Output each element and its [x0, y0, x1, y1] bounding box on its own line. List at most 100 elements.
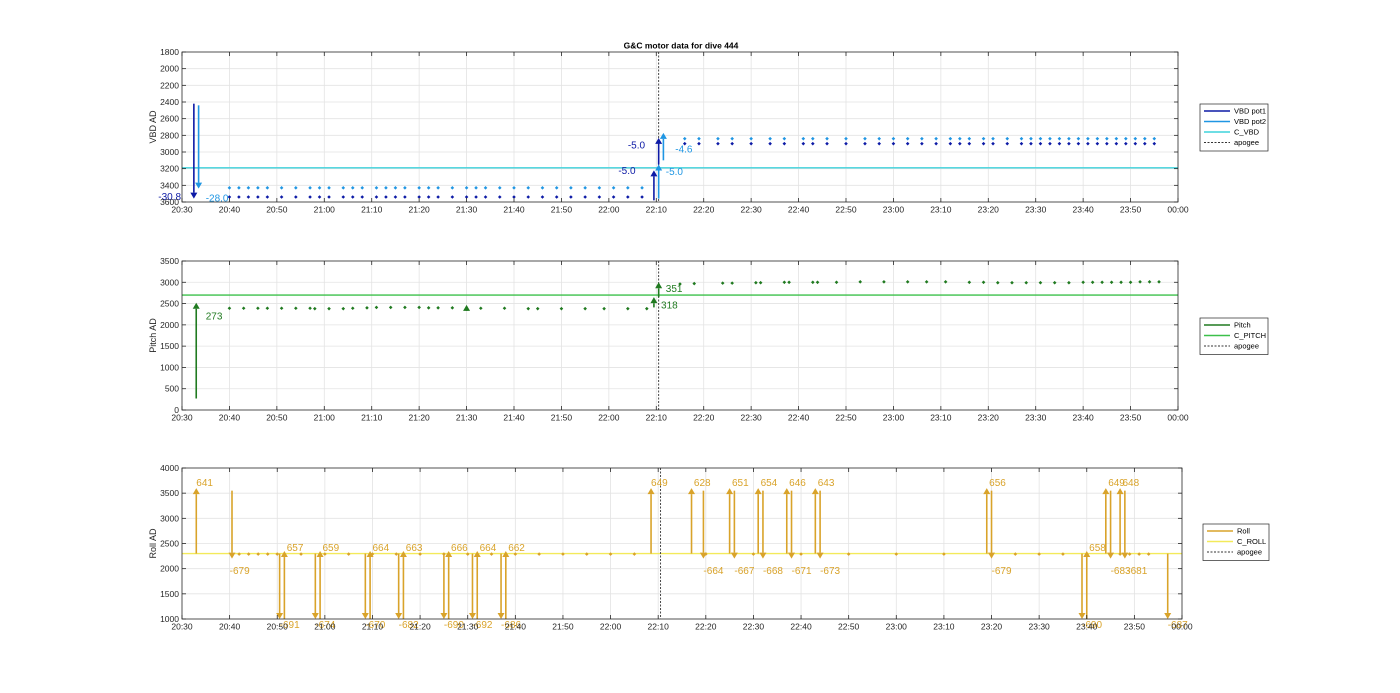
- x-tick-label: 21:30: [456, 413, 478, 423]
- x-tick-label: 20:40: [219, 205, 241, 215]
- vbd-pot2-point: [1019, 136, 1024, 141]
- y-axis-label: VBD AD: [148, 110, 158, 144]
- x-tick-label: 22:00: [600, 622, 622, 632]
- pitch-point: [787, 280, 791, 285]
- panel-pitch: 27331835120:30 20:40 20:50 21:00 21:10 21:20 2…: [148, 256, 1269, 423]
- vbd-pot1-point: [640, 195, 644, 199]
- vbd-pot1-point: [958, 141, 962, 146]
- vbd-pot2-point: [991, 136, 995, 141]
- vbd-pot1-point: [1038, 141, 1043, 146]
- vbd-pot2-point: [426, 186, 431, 190]
- vbd-pot1-point: [1133, 141, 1138, 146]
- vbd-pot2-point: [801, 136, 806, 141]
- roll-point: [275, 552, 280, 556]
- x-tick-label: 21:50: [551, 205, 573, 215]
- vbd-pot2-point: [1057, 136, 1062, 141]
- event-label: -5.0: [628, 140, 646, 151]
- vbd-pot1-point: [1143, 141, 1147, 146]
- pitch-point: [1138, 280, 1142, 284]
- vbd-pot1-point: [967, 141, 972, 146]
- vbd-pot1-point: [497, 195, 502, 199]
- x-tick-label: 22:30: [741, 413, 763, 423]
- vbd-pot2-point: [237, 186, 241, 190]
- x-tick-label: 22:10: [646, 205, 668, 215]
- vbd-pot2-point: [981, 136, 986, 141]
- vbd-pot1-point: [1029, 141, 1033, 146]
- pitch-point: [294, 306, 298, 311]
- vbd-pot1-point: [1114, 141, 1119, 146]
- pitch-point: [583, 306, 587, 311]
- vbd-pot2-point: [583, 186, 587, 190]
- vbd-pot2-point: [863, 136, 867, 141]
- vbd-pot1-point: [237, 195, 241, 199]
- motor-data-figure: G&C motor data for dive 444 -30.8 -28.0-5…: [148, 41, 1270, 632]
- x-tick-label: 22:20: [693, 205, 715, 215]
- vbd-pot2-point: [540, 186, 545, 190]
- event-arrowhead: [730, 552, 738, 559]
- vbd-pot2-point: [1076, 136, 1081, 141]
- pitch-point: [1100, 280, 1104, 285]
- vbd-pot1-point: [554, 195, 559, 199]
- vbd-pot1-point: [811, 141, 815, 146]
- x-tick-label: 23:50: [1120, 205, 1142, 215]
- vbd-pot2-point: [569, 186, 573, 190]
- y-tick-label: 2000: [160, 64, 179, 74]
- figure-title: G&C motor data for dive 444: [624, 41, 739, 51]
- legend-entry: apogee: [1234, 342, 1259, 351]
- pitch-point: [834, 280, 839, 285]
- panel-vbd: -30.8 -28.0-5.0 -5.0-5.0 -4.620:30 20:40 20:5…: [148, 47, 1269, 215]
- pitch-point: [450, 306, 455, 310]
- vbd-pot1-point: [1152, 141, 1157, 146]
- vbd-pot1-point: [526, 195, 531, 199]
- vbd-pot1-point: [801, 141, 806, 146]
- vbd-pot1-point: [920, 141, 924, 146]
- roll-point: [751, 552, 756, 556]
- vbd-pot2-point: [417, 186, 421, 190]
- pitch-point: [858, 280, 863, 284]
- vbd-pot2-point: [1095, 136, 1100, 141]
- y-tick-label: 2500: [160, 539, 179, 549]
- pitch-point: [341, 306, 346, 311]
- vbd-pot2-point: [227, 186, 232, 190]
- vbd-pot2-point: [279, 186, 284, 190]
- pitch-point: [559, 306, 564, 311]
- x-tick-label: 23:00: [886, 622, 908, 632]
- pitch-point: [279, 306, 284, 311]
- vbd-pot1-point: [1005, 141, 1010, 146]
- vbd-pot2-point: [1067, 136, 1071, 141]
- roll-point: [942, 552, 946, 556]
- roll-point: [799, 552, 803, 556]
- pitch-point: [374, 305, 379, 310]
- vbd-pot1-point: [891, 141, 896, 146]
- vbd-pot1-point: [1057, 141, 1062, 146]
- vbd-pot1-point: [426, 195, 431, 199]
- vbd-pot1-point: [991, 141, 995, 146]
- legend-entry: apogee: [1237, 548, 1262, 557]
- pitch-point: [1010, 280, 1014, 285]
- vbd-pot1-point: [768, 141, 772, 146]
- vbd-pot2-point: [450, 186, 455, 190]
- vbd-pot2-point: [626, 186, 630, 190]
- vbd-pot2-point: [393, 186, 398, 190]
- vbd-pot2-point: [350, 186, 355, 190]
- y-tick-label: 2000: [160, 320, 179, 330]
- vbd-pot2-point: [749, 136, 753, 141]
- vbd-pot1-point: [474, 195, 478, 199]
- vbd-pot2-point: [1114, 136, 1119, 141]
- vbd-pot2-point: [1105, 136, 1109, 141]
- x-tick-label: 20:40: [219, 622, 241, 632]
- pitch-point: [436, 306, 440, 310]
- event-label: 658: [1089, 543, 1106, 554]
- pitch-point: [811, 280, 815, 285]
- pitch-point: [265, 306, 270, 311]
- event-label: 641: [196, 478, 213, 489]
- vbd-pot2-point: [1038, 136, 1043, 141]
- pitch-point: [1128, 280, 1133, 285]
- vbd-pot1-point: [256, 195, 260, 199]
- vbd-pot1-point: [279, 195, 284, 199]
- roll-point: [846, 552, 851, 556]
- x-tick-label: 22:50: [835, 413, 857, 423]
- vbd-pot2-point: [811, 136, 815, 141]
- vbd-pot2-point: [682, 136, 687, 141]
- y-axis-label: Roll AD: [148, 528, 158, 559]
